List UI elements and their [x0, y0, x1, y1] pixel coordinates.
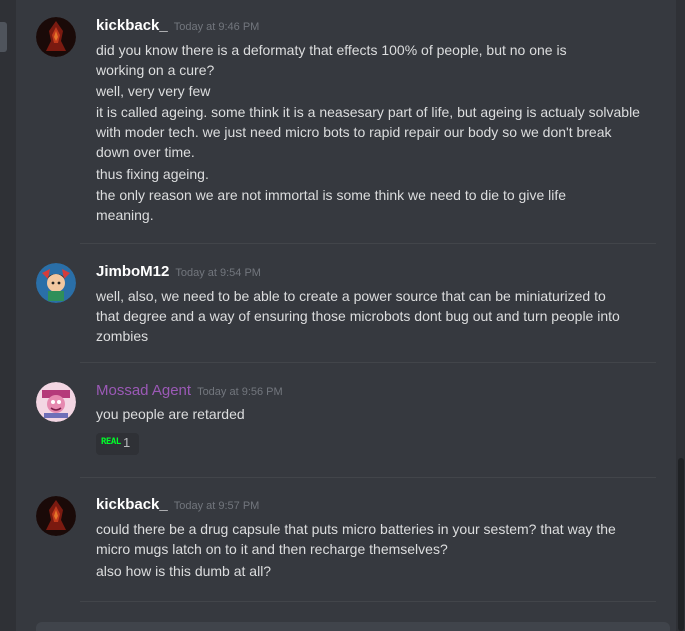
chat-view: kickback_ Today at 9:46 PM did you know t… — [0, 0, 685, 631]
username[interactable]: JimboM12 — [96, 263, 169, 280]
jimbo-avatar-icon[interactable] — [36, 263, 76, 303]
timestamp: Today at 9:57 PM — [173, 500, 260, 512]
username[interactable]: kickback_ — [96, 17, 168, 34]
message-text: you people are retarded — [96, 406, 245, 422]
message-text: well, also, we need to be able to create… — [96, 288, 620, 344]
message-text: thus fixing ageing. — [96, 166, 209, 182]
username[interactable]: Mossad Agent — [96, 382, 191, 399]
message-text: the only reason we are not immortal is s… — [96, 187, 567, 223]
sidebar-selection-indicator — [0, 22, 7, 52]
kickback-avatar-icon[interactable] — [36, 496, 76, 536]
timestamp: Today at 9:56 PM — [197, 386, 283, 398]
scrollbar-thumb[interactable] — [678, 458, 684, 631]
real-emoji-icon: REAL — [101, 437, 121, 447]
message-text: did you know there is a deformaty that e… — [96, 42, 567, 78]
message-input[interactable] — [36, 622, 670, 631]
timestamp: Today at 9:54 PM — [175, 267, 261, 279]
message-divider — [80, 477, 656, 478]
reaction-button[interactable]: REAL 1 — [96, 433, 139, 455]
message-header: kickback_ Today at 9:46 PM — [96, 17, 259, 37]
channel-sidebar-edge — [0, 0, 16, 631]
username[interactable]: kickback_ — [96, 496, 168, 513]
message-divider — [80, 362, 656, 363]
timestamp: Today at 9:46 PM — [173, 21, 260, 33]
message-text: well, very very few — [96, 83, 211, 99]
message-text: could there be a drug capsule that puts … — [96, 521, 616, 557]
message-header: kickback_ Today at 9:57 PM — [96, 496, 259, 516]
mossad-avatar-icon[interactable] — [36, 382, 76, 422]
kickback-avatar-icon[interactable] — [36, 17, 76, 57]
message-header: JimboM12 Today at 9:54 PM — [96, 263, 261, 283]
message-divider — [80, 601, 656, 602]
message-divider — [80, 243, 656, 244]
message-text: it is called ageing. some think it is a … — [96, 104, 640, 160]
reaction-count: 1 — [123, 435, 131, 450]
message-header: Mossad Agent Today at 9:56 PM — [96, 382, 283, 402]
message-text: also how is this dumb at all? — [96, 563, 272, 579]
